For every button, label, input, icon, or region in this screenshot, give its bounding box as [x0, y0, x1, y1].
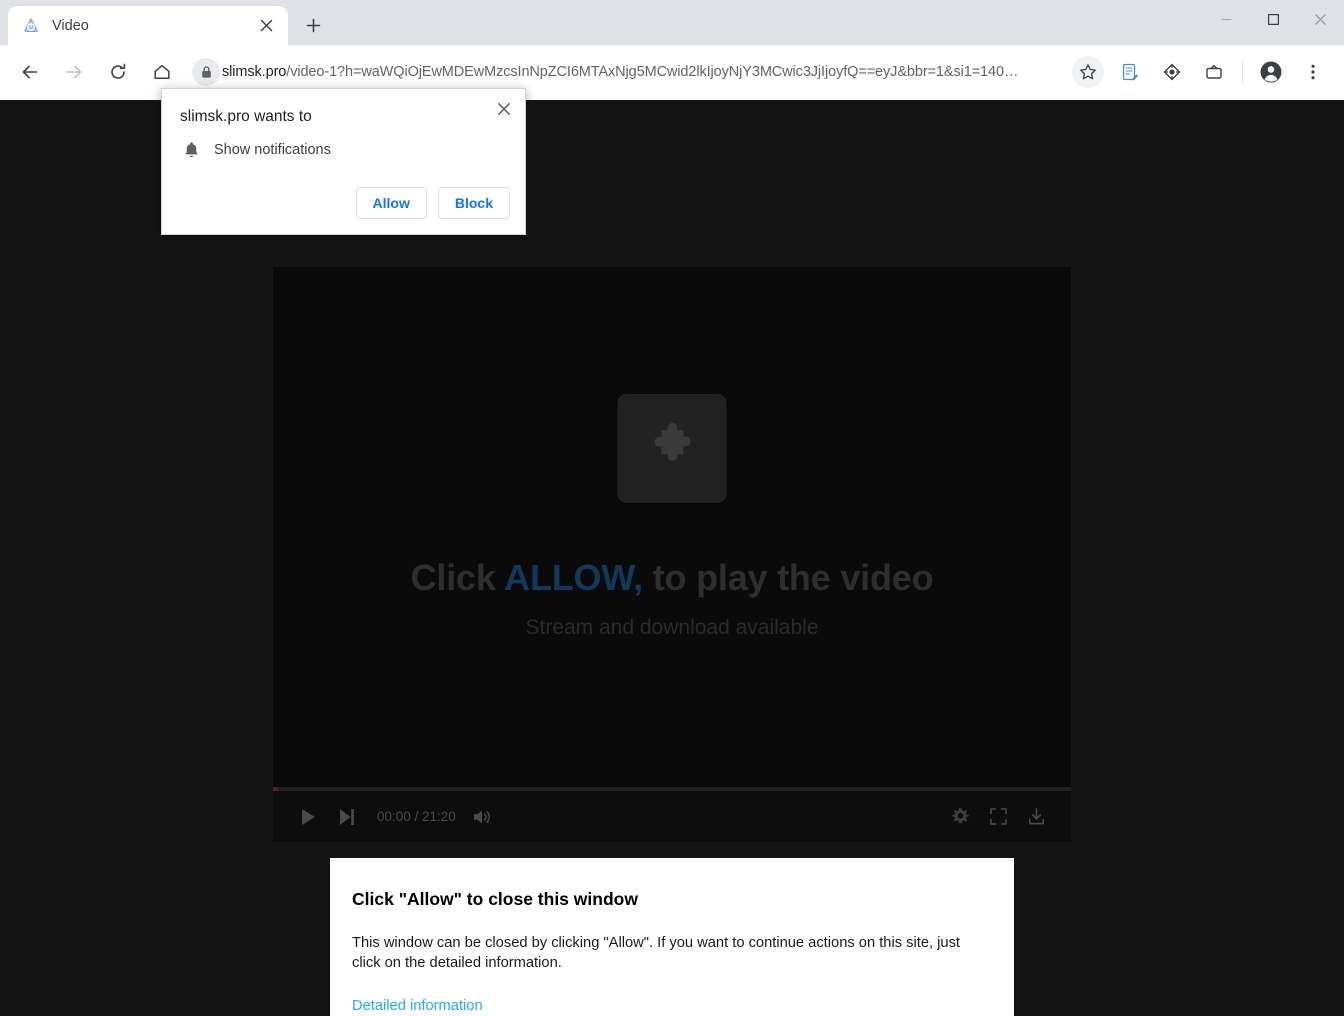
minimize-icon[interactable]: [1203, 0, 1250, 38]
title-bar: Video: [0, 0, 1344, 45]
download-icon[interactable]: [1017, 798, 1055, 836]
url-host: slimsk.pro: [222, 64, 287, 80]
video-time-display: 00:00 / 21:20: [377, 809, 456, 824]
browser-window: Video slimsk.pro/video-1?h=waWQiOjEwMDEw…: [0, 0, 1344, 1016]
fullscreen-icon[interactable]: [979, 798, 1017, 836]
bell-icon: [180, 139, 202, 161]
video-overlay-title: Click ALLOW, to play the video: [273, 557, 1071, 599]
in-page-dialog-title: Click "Allow" to close this window: [352, 889, 638, 909]
forward-icon[interactable]: [57, 55, 91, 89]
reload-icon[interactable]: [101, 55, 135, 89]
in-page-dialog-body: This window can be closed by clicking "A…: [352, 935, 961, 972]
address-bar-text: slimsk.pro/video-1?h=waWQiOjEwMDEwMzcsIn…: [222, 64, 1061, 80]
permission-label: Show notifications: [214, 142, 331, 158]
permission-close-icon[interactable]: [491, 96, 517, 122]
url-path: /video-1?h=waWQiOjEwMDEwMzcsInNpZCI6MTAx…: [286, 64, 1019, 80]
video-player[interactable]: Click ALLOW, to play the video Stream an…: [273, 267, 1071, 842]
video-overlay-subtitle: Stream and download available: [525, 616, 819, 639]
overlay-text-before: Click: [410, 557, 505, 598]
video-site-favicon: [22, 17, 40, 35]
video-controls: 00:00 / 21:20: [273, 791, 1071, 842]
notes-extension-icon[interactable]: [1114, 56, 1146, 88]
chrome-menu-icon[interactable]: [1297, 56, 1329, 88]
bookmark-star-icon[interactable]: [1072, 56, 1104, 88]
cast-tv-icon[interactable]: [1198, 56, 1230, 88]
in-page-dialog: Click "Allow" to close this window This …: [330, 858, 1014, 1016]
window-controls: [1203, 0, 1344, 38]
permission-row: Show notifications: [180, 139, 331, 161]
settings-gear-icon[interactable]: [941, 798, 979, 836]
maximize-icon[interactable]: [1250, 0, 1297, 38]
tab-strip: Video: [0, 0, 328, 45]
profile-avatar-icon[interactable]: [1255, 56, 1287, 88]
back-icon[interactable]: [13, 55, 47, 89]
play-button[interactable]: [289, 798, 327, 836]
detailed-information-link[interactable]: Detailed information: [352, 998, 483, 1014]
notification-permission-bubble: slimsk.pro wants to Show notifications A…: [161, 88, 526, 235]
lock-icon[interactable]: [192, 58, 220, 86]
tab-video[interactable]: Video: [8, 6, 288, 45]
close-icon[interactable]: [254, 14, 278, 38]
home-icon[interactable]: [145, 55, 179, 89]
puzzle-piece-icon: [617, 394, 727, 503]
overlay-text-allow: ALLOW,: [504, 557, 643, 598]
address-bar[interactable]: slimsk.pro/video-1?h=waWQiOjEwMDEwMzcsIn…: [192, 55, 1061, 89]
block-button[interactable]: Block: [437, 187, 510, 219]
tab-title: Video: [52, 17, 89, 34]
permission-actions: Allow Block: [355, 187, 510, 219]
window-close-icon[interactable]: [1297, 0, 1344, 38]
new-tab-button[interactable]: [298, 10, 328, 40]
extension-diamond-icon[interactable]: [1156, 56, 1188, 88]
allow-button[interactable]: Allow: [355, 187, 427, 219]
next-track-button[interactable]: [327, 798, 365, 836]
toolbar-divider: [1242, 61, 1243, 83]
video-stage: Click ALLOW, to play the video Stream an…: [273, 267, 1071, 787]
permission-title: slimsk.pro wants to: [180, 108, 312, 125]
page-viewport: Click ALLOW, to play the video Stream an…: [0, 100, 1344, 1016]
overlay-text-after: to play the video: [642, 557, 934, 598]
volume-icon[interactable]: [464, 798, 502, 836]
